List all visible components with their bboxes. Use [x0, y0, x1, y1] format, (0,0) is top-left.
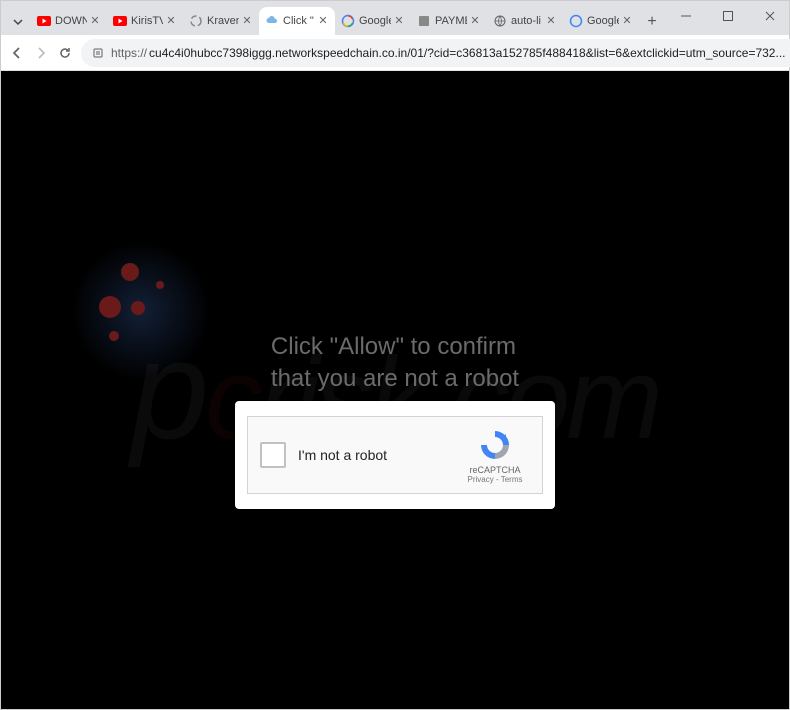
tab-click-allow[interactable]: Click " ✕: [259, 7, 335, 35]
tab-title: Kraven: [207, 15, 239, 27]
minimize-button[interactable]: [673, 5, 699, 27]
recaptcha-icon: [477, 427, 513, 463]
close-icon[interactable]: ✕: [241, 15, 253, 27]
tab-title: Click ": [283, 15, 315, 27]
back-button[interactable]: [9, 41, 25, 65]
recaptcha-checkbox[interactable]: [260, 442, 286, 468]
tab-google-1[interactable]: Google ✕: [335, 7, 411, 35]
recaptcha-card: I'm not a robot reCAPTCHA Privacy - Term…: [235, 401, 555, 509]
close-window-button[interactable]: [757, 5, 783, 27]
tab-title: KirisTV: [131, 15, 163, 27]
minimize-icon: [680, 10, 692, 22]
cloud-icon: [265, 14, 279, 28]
arrow-left-icon: [9, 45, 25, 61]
close-icon[interactable]: ✕: [165, 15, 177, 27]
tab-strip: DOWN ✕ KirisTV ✕ Kraven ✕ Click " ✕ Goog…: [1, 1, 789, 35]
generic-icon: [417, 14, 431, 28]
site-info-icon[interactable]: [91, 46, 105, 60]
tab-payme[interactable]: PAYME ✕: [411, 7, 487, 35]
new-tab-button[interactable]: +: [639, 9, 665, 35]
close-icon[interactable]: ✕: [393, 15, 405, 27]
recaptcha-brand: reCAPTCHA: [460, 465, 530, 475]
maximize-icon: [722, 10, 734, 22]
maximize-button[interactable]: [715, 5, 741, 27]
tab-title: Google: [359, 15, 391, 27]
address-bar[interactable]: https:// cu4c4i0hubcc7398iggg.networkspe…: [81, 39, 790, 67]
google-icon: [341, 14, 355, 28]
url-scheme: https://: [111, 46, 147, 60]
tab-title: PAYME: [435, 15, 467, 27]
close-icon[interactable]: ✕: [89, 15, 101, 27]
arrow-right-icon: [33, 45, 49, 61]
chevron-down-icon: [12, 16, 24, 28]
browser-window: DOWN ✕ KirisTV ✕ Kraven ✕ Click " ✕ Goog…: [0, 0, 790, 710]
recaptcha-branding: reCAPTCHA Privacy - Terms: [460, 427, 530, 484]
tab-title: Google: [587, 15, 619, 27]
spinner-icon: [189, 14, 203, 28]
allow-prompt: Click "Allow" to confirm that you are no…: [271, 331, 519, 396]
tab-title: DOWN: [55, 15, 87, 27]
recaptcha-links[interactable]: Privacy - Terms: [460, 475, 530, 484]
tab-auto-li[interactable]: auto-li ✕: [487, 7, 563, 35]
window-controls: [673, 5, 783, 27]
youtube-icon: [113, 14, 127, 28]
tab-kraven[interactable]: Kraven ✕: [183, 7, 259, 35]
toolbar: https:// cu4c4i0hubcc7398iggg.networkspe…: [1, 35, 789, 71]
globe-icon: [493, 14, 507, 28]
tab-kiristv[interactable]: KirisTV ✕: [107, 7, 183, 35]
close-icon[interactable]: ✕: [621, 15, 633, 27]
tab-google-2[interactable]: Google ✕: [563, 7, 639, 35]
page-content: pcrisk.com Click "Allow" to confirm that…: [1, 71, 789, 709]
close-icon[interactable]: ✕: [545, 15, 557, 27]
url-text: cu4c4i0hubcc7398iggg.networkspeedchain.c…: [149, 46, 785, 60]
close-icon: [764, 10, 776, 22]
reload-icon: [57, 45, 73, 61]
google-icon: [569, 14, 583, 28]
close-icon[interactable]: ✕: [469, 15, 481, 27]
allow-line-1: Click "Allow" to confirm: [271, 331, 519, 363]
tabs-dropdown[interactable]: [5, 9, 31, 35]
close-icon[interactable]: ✕: [317, 15, 329, 27]
decorative-covid-graphic: [71, 241, 211, 381]
tab-down[interactable]: DOWN ✕: [31, 7, 107, 35]
allow-line-2: that you are not a robot: [271, 363, 519, 395]
bookmark-button[interactable]: [785, 41, 790, 65]
forward-button[interactable]: [33, 41, 49, 65]
recaptcha-label: I'm not a robot: [298, 447, 460, 463]
recaptcha-widget: I'm not a robot reCAPTCHA Privacy - Term…: [247, 416, 543, 494]
youtube-icon: [37, 14, 51, 28]
reload-button[interactable]: [57, 41, 73, 65]
tab-title: auto-li: [511, 15, 543, 27]
